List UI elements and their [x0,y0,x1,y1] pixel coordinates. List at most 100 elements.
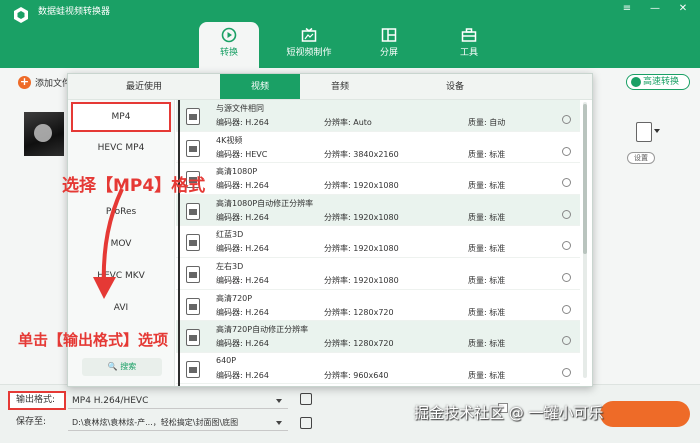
tab-split-screen[interactable]: 分屏 [349,22,429,68]
preset-name: 高清1080P [216,167,258,177]
gear-icon[interactable] [562,304,571,314]
add-file-button[interactable]: + 添加文件 [18,76,71,89]
popup-tab-recent[interactable]: 最近使用 [68,74,220,99]
preset-file-icon [186,265,200,283]
annotation-arrow-icon [93,188,124,299]
preset-name: 640P [216,355,237,365]
output-format-icon[interactable] [636,122,660,142]
preset-resolution: 分辨率: 1280x720 [324,339,394,349]
preset-quality: 质量: 标准 [468,370,506,380]
preset-quality: 质量: 标准 [468,307,506,317]
preset-item[interactable]: 640P 编码器: H.264 分辨率: 960x640 质量: 标准 [176,353,580,385]
save-to-label: 保存至: [16,417,47,427]
gear-icon[interactable] [562,115,571,124]
split-screen-icon [381,28,397,42]
preset-encoder: 编码器: H.264 [216,339,269,349]
preset-name: 高清720P [216,293,253,303]
preset-file-icon [186,202,200,220]
minimize-icon[interactable]: — [648,3,662,14]
preset-file-icon [186,108,200,125]
menu-icon[interactable]: ≡ [620,3,634,14]
gear-icon[interactable] [562,367,571,377]
preset-encoder: 编码器: H.264 [216,212,269,222]
format-item-mp4[interactable]: MP4 [71,102,171,132]
preset-name: 红蓝3D [216,230,244,240]
tab-convert[interactable]: 转换 [199,22,259,68]
watermark: 掘金技术社区 @ 一罐小可乐 [414,404,604,422]
tab-tools[interactable]: 工具 [429,22,509,68]
preset-resolution: 分辨率: 1920x1080 [324,244,399,254]
video-maker-icon [301,27,317,42]
preset-encoder: 编码器: H.264 [216,118,269,127]
output-format-label[interactable]: 输出格式: [8,391,66,410]
preset-file-icon [186,329,200,347]
preset-resolution: 分辨率: 1920x1080 [324,275,399,285]
gear-icon[interactable] [562,146,571,156]
popup-tab-audio[interactable]: 音频 [300,74,380,99]
popup-tabs: 最近使用 视频 音频 设备 [68,74,592,100]
gear-icon[interactable] [562,209,571,219]
speed-convert-button[interactable]: 高速转换 [626,74,690,90]
annotation-click-output: 单击【输出格式】选项 [18,331,169,349]
preset-file-icon [186,360,200,378]
plus-icon: + [18,75,31,89]
gear-icon[interactable] [562,272,571,282]
tab-label: 短视频制作 [286,48,332,58]
settings-button[interactable]: 设置 [627,152,655,164]
toolbox-icon [461,28,477,42]
preset-resolution: 分辨率: 960x640 [324,370,389,380]
popup-tab-device[interactable]: 设备 [380,74,530,99]
preset-item[interactable]: 左右3D 编码器: H.264 分辨率: 1920x1080 质量: 标准 [176,258,580,290]
title-bar: 数据蛙视频转换器 ≡ — ✕ 转换 短视频制作 分屏 工具 [0,0,700,68]
preset-item[interactable]: 高清1080P自动修正分辨率 编码器: H.264 分辨率: 1920x1080… [176,194,580,227]
preset-quality: 质量: 标准 [468,149,506,159]
preset-resolution: 分辨率: 1920x1080 [324,212,399,222]
gear-icon[interactable] [562,178,571,188]
tab-label: 分屏 [379,48,398,58]
preset-encoder: 编码器: HEVC [216,149,268,159]
preset-file-icon [186,297,200,315]
preset-name: 左右3D [216,261,244,271]
preset-file-icon [186,139,200,157]
save-path-select[interactable]: D:\袁林炫\袁林炫-产...，轻松搞定\封面图\底图 [68,415,288,431]
preset-name: 高清720P自动修正分辨率 [216,325,309,335]
preset-item[interactable]: 高清720P自动修正分辨率 编码器: H.264 分辨率: 1280x720 质… [176,321,580,353]
format-info-icon[interactable] [300,393,312,405]
preset-item[interactable]: 4K视频 编码器: HEVC 分辨率: 3840x2160 质量: 标准 [176,132,580,164]
folder-icon[interactable] [300,417,312,429]
app-title: 数据蛙视频转换器 [38,7,111,17]
video-thumbnail[interactable] [24,112,64,156]
preset-item[interactable]: 与源文件相同 编码器: H.264 分辨率: Auto 质量: 自动 [176,100,580,132]
tab-video-maker[interactable]: 短视频制作 [269,22,349,68]
preset-resolution: 分辨率: Auto [324,118,372,127]
preset-scroll-thumb[interactable] [583,104,587,254]
preset-list: 与源文件相同 编码器: H.264 分辨率: Auto 质量: 自动 4K视频 … [176,100,580,386]
tab-label: 转换 [219,48,238,58]
format-item-hevc-mp4[interactable]: HEVC MP4 [68,132,174,164]
preset-quality: 质量: 标准 [468,212,506,222]
gear-icon[interactable] [562,336,571,346]
preset-quality: 质量: 标准 [468,244,506,254]
convert-all-button[interactable] [600,401,690,427]
popup-divider [178,100,180,386]
main-nav: 转换 短视频制作 分屏 工具 [199,22,509,68]
preset-quality: 质量: 标准 [468,181,506,191]
popup-tab-video[interactable]: 视频 [220,74,300,99]
preset-item[interactable]: 高清720P 编码器: H.264 分辨率: 1280x720 质量: 标准 [176,290,580,322]
close-icon[interactable]: ✕ [676,3,690,14]
output-format-select[interactable]: MP4 H.264/HEVC [68,393,288,409]
preset-name: 4K视频 [216,135,243,145]
preset-encoder: 编码器: H.264 [216,181,269,191]
gear-icon[interactable] [562,241,571,251]
preset-encoder: 编码器: H.264 [216,307,269,317]
preset-item[interactable]: 高清1080P 编码器: H.264 分辨率: 1920x1080 质量: 标准 [176,163,580,195]
convert-icon [221,27,237,43]
window-controls: ≡ — ✕ [620,3,690,14]
format-search-button[interactable]: 🔍 搜索 [82,358,162,376]
tab-label: 工具 [459,48,478,58]
preset-encoder: 编码器: H.264 [216,370,269,380]
preset-file-icon [186,234,200,252]
preset-item[interactable]: 红蓝3D 编码器: H.264 分辨率: 1920x1080 质量: 标准 [176,226,580,258]
preset-encoder: 编码器: H.264 [216,244,269,254]
preset-encoder: 编码器: H.264 [216,275,269,285]
